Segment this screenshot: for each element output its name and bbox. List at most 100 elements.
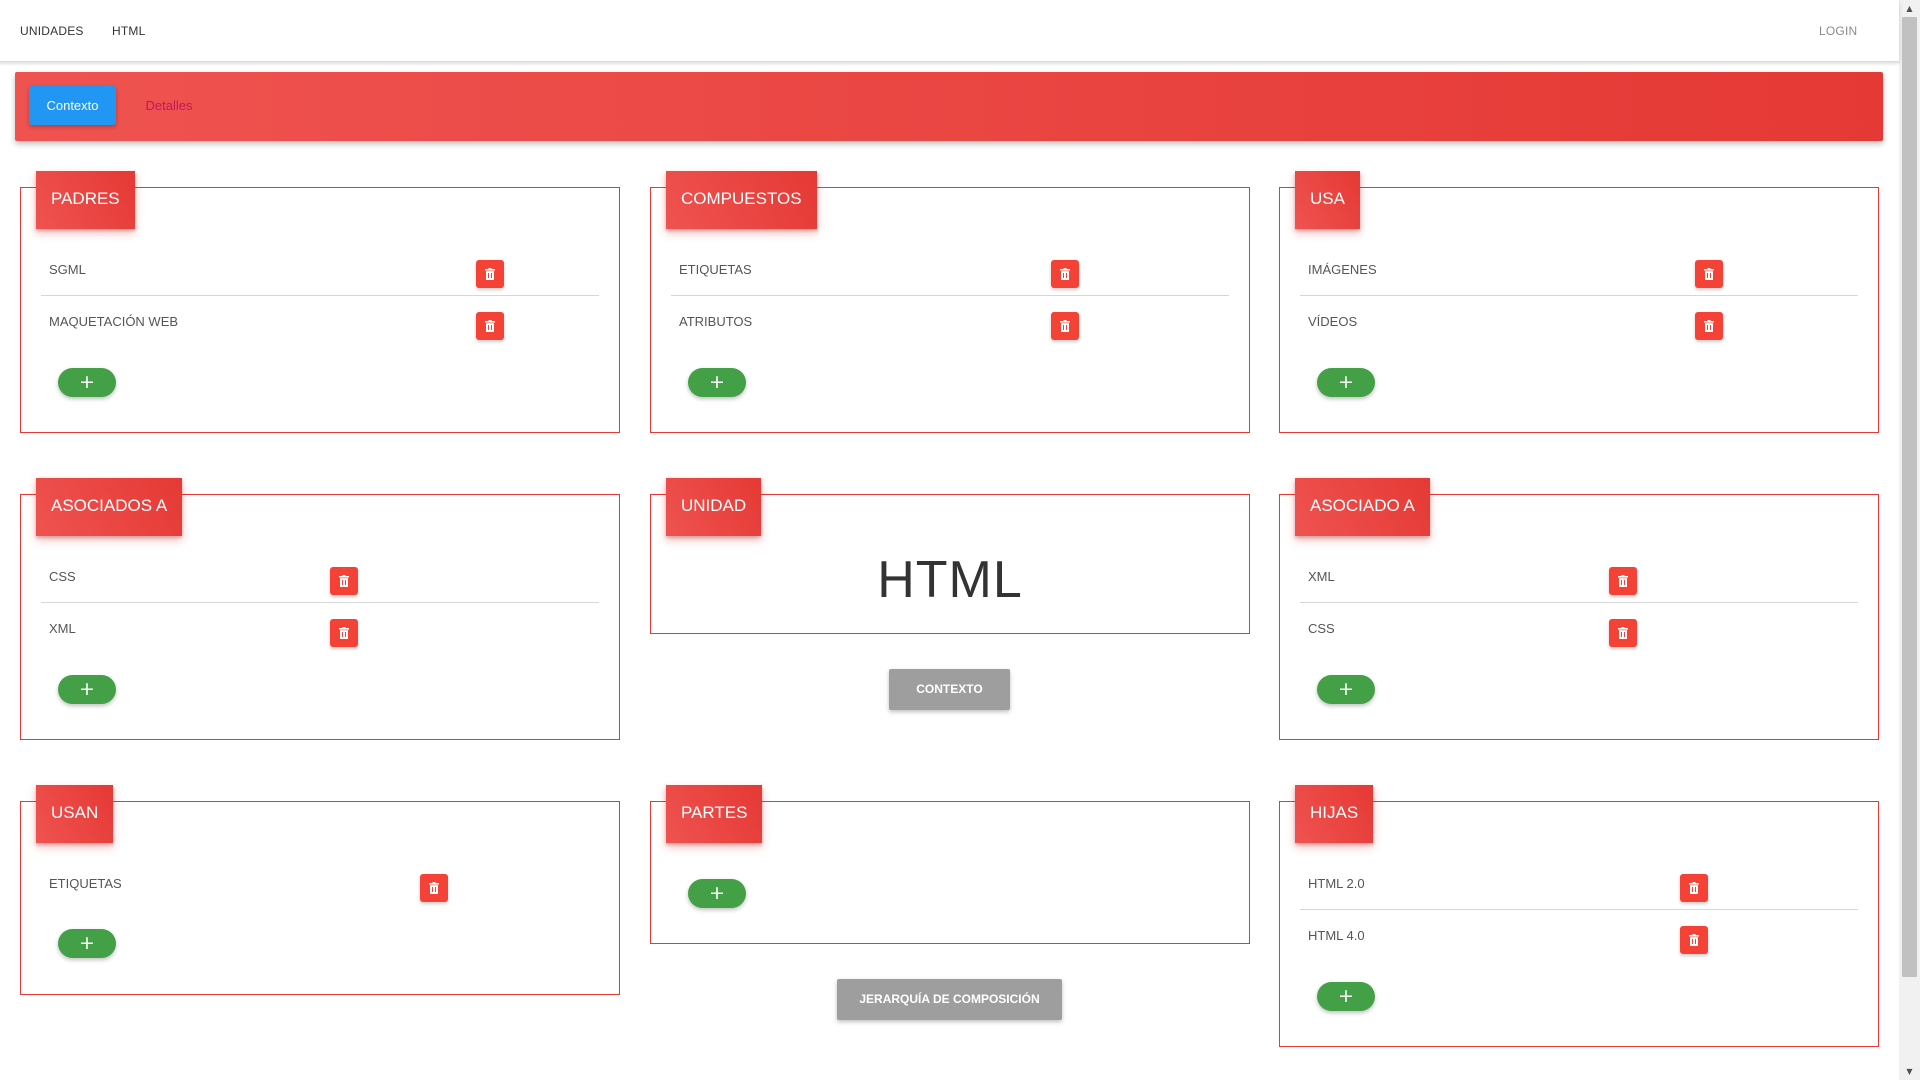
- trash-icon: [1060, 320, 1070, 332]
- trash-icon: [1704, 268, 1714, 280]
- item-label: VÍDEOS: [1308, 314, 1358, 329]
- card-hijas: HIJAS HTML 2.0 HTML 4.0 +: [1279, 785, 1879, 1047]
- plus-icon: +: [1338, 678, 1354, 700]
- add-asociado-a-button[interactable]: +: [1317, 675, 1375, 704]
- delete-button[interactable]: [1680, 874, 1708, 902]
- add-usa-button[interactable]: +: [1317, 368, 1375, 397]
- card-title-usa: USA: [1295, 171, 1360, 229]
- item-label: ATRIBUTOS: [679, 314, 753, 329]
- delete-button[interactable]: [476, 260, 504, 288]
- vertical-scrollbar[interactable]: ▲ ▼: [1899, 0, 1920, 1080]
- card-padres: PADRES SGML MAQUETACIÓN WEB +: [20, 171, 620, 433]
- trash-icon: [1618, 627, 1628, 639]
- item-label: HTML 2.0: [1308, 876, 1365, 891]
- card-title-hijas: HIJAS: [1295, 785, 1374, 843]
- item-label: XML: [49, 621, 76, 636]
- add-padre-button[interactable]: +: [58, 368, 116, 397]
- trash-icon: [1060, 268, 1070, 280]
- delete-button[interactable]: [1051, 312, 1079, 340]
- tab-details[interactable]: Detalles: [134, 86, 204, 125]
- delete-button[interactable]: [1680, 926, 1708, 954]
- list-item: ATRIBUTOS: [671, 296, 1229, 348]
- item-label: IMÁGENES: [1308, 262, 1377, 277]
- trash-icon: [1689, 882, 1699, 894]
- list-item: VÍDEOS: [1300, 296, 1858, 348]
- trash-icon: [339, 627, 349, 639]
- card-title-asociados-a: ASOCIADOS A: [36, 478, 183, 536]
- plus-icon: +: [79, 932, 95, 954]
- delete-button[interactable]: [330, 567, 358, 595]
- plus-icon: +: [79, 371, 95, 393]
- card-asociado-a: ASOCIADO A XML CSS +: [1279, 478, 1879, 740]
- delete-button[interactable]: [476, 312, 504, 340]
- card-title-partes: PARTES: [666, 785, 763, 843]
- list-item: XML: [41, 603, 599, 655]
- card-title-unidad: UNIDAD: [666, 478, 762, 536]
- composition-hierarchy-button[interactable]: JERARQUÍA DE COMPOSICIÓN: [837, 979, 1062, 1020]
- card-title-usan: USAN: [36, 785, 114, 843]
- card-title-padres: PADRES: [36, 171, 135, 229]
- delete-button[interactable]: [1609, 567, 1637, 595]
- card-usan: USAN ETIQUETAS +: [20, 785, 620, 995]
- login-link[interactable]: LOGIN: [1819, 24, 1857, 38]
- item-label: ETIQUETAS: [679, 262, 752, 277]
- plus-icon: +: [709, 882, 725, 904]
- card-title-asociado-a: ASOCIADO A: [1295, 478, 1430, 536]
- add-hija-button[interactable]: +: [1317, 982, 1375, 1011]
- scrollbar-thumb[interactable]: [1902, 17, 1917, 977]
- item-label: XML: [1308, 569, 1335, 584]
- list-item: ETIQUETAS: [41, 858, 599, 910]
- delete-button[interactable]: [330, 619, 358, 647]
- item-label: SGML: [49, 262, 86, 277]
- scroll-up-arrow-icon[interactable]: ▲: [1899, 0, 1920, 17]
- trash-icon: [339, 575, 349, 587]
- card-usa: USA IMÁGENES VÍDEOS +: [1279, 171, 1879, 433]
- context-button[interactable]: CONTEXTO: [889, 669, 1010, 710]
- add-usan-button[interactable]: +: [58, 929, 116, 958]
- tab-context[interactable]: Contexto: [29, 86, 116, 125]
- trash-icon: [429, 882, 439, 894]
- list-item: IMÁGENES: [1300, 244, 1858, 296]
- nav-html-link[interactable]: HTML: [112, 24, 145, 38]
- list-item: ETIQUETAS: [671, 244, 1229, 296]
- card-unidad: UNIDAD HTML: [650, 478, 1250, 634]
- card-partes: PARTES +: [650, 785, 1250, 944]
- card-compuestos: COMPUESTOS ETIQUETAS ATRIBUTOS +: [650, 171, 1250, 433]
- plus-icon: +: [709, 371, 725, 393]
- plus-icon: +: [79, 678, 95, 700]
- list-item: HTML 2.0: [1300, 858, 1858, 910]
- card-title-compuestos: COMPUESTOS: [666, 171, 817, 229]
- list-item: CSS: [1300, 603, 1858, 655]
- nav-units-link[interactable]: UNIDADES: [20, 24, 84, 38]
- plus-icon: +: [1338, 985, 1354, 1007]
- trash-icon: [1618, 575, 1628, 587]
- list-item: SGML: [41, 244, 599, 296]
- delete-button[interactable]: [1051, 260, 1079, 288]
- item-label: CSS: [49, 569, 76, 584]
- item-label: MAQUETACIÓN WEB: [49, 314, 179, 329]
- trash-icon: [1704, 320, 1714, 332]
- list-item: CSS: [41, 551, 599, 603]
- delete-button[interactable]: [1695, 312, 1723, 340]
- tabs-header: Contexto Detalles: [15, 72, 1883, 141]
- trash-icon: [485, 320, 495, 332]
- card-asociados-a: ASOCIADOS A CSS XML +: [20, 478, 620, 740]
- add-parte-button[interactable]: +: [688, 879, 746, 908]
- item-label: HTML 4.0: [1308, 928, 1365, 943]
- list-item: MAQUETACIÓN WEB: [41, 296, 599, 348]
- plus-icon: +: [1338, 371, 1354, 393]
- trash-icon: [1689, 934, 1699, 946]
- add-asociado-button[interactable]: +: [58, 675, 116, 704]
- trash-icon: [485, 268, 495, 280]
- list-item: HTML 4.0: [1300, 910, 1858, 962]
- list-item: XML: [1300, 551, 1858, 603]
- item-label: CSS: [1308, 621, 1335, 636]
- unit-name: HTML: [877, 551, 1023, 609]
- top-nav-bar: UNIDADES HTML LOGIN: [0, 0, 1899, 61]
- delete-button[interactable]: [1695, 260, 1723, 288]
- item-label: ETIQUETAS: [49, 876, 122, 891]
- delete-button[interactable]: [420, 874, 448, 902]
- scroll-down-arrow-icon[interactable]: ▼: [1899, 1063, 1920, 1080]
- delete-button[interactable]: [1609, 619, 1637, 647]
- add-compuesto-button[interactable]: +: [688, 368, 746, 397]
